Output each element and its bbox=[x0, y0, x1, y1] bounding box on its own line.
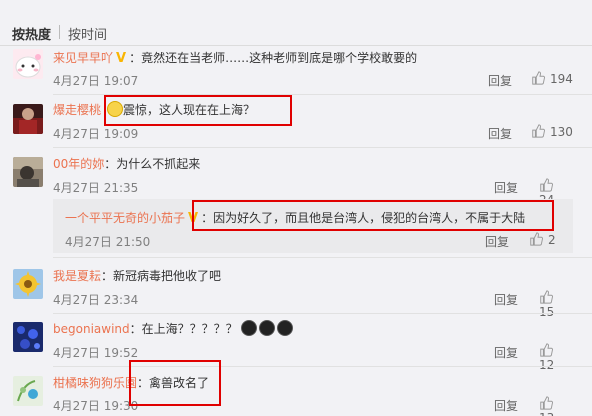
verified-badge-icon: V bbox=[116, 51, 127, 66]
thumbs-up-icon bbox=[540, 343, 553, 357]
like-button[interactable]: 130 bbox=[531, 124, 573, 139]
comment-item: 来见早早吖 V ：竟然还在当老师……这种老师到底是哪个学校敢要的 4月27日 19:… bbox=[0, 49, 592, 93]
like-count: 194 bbox=[550, 72, 573, 86]
avatar[interactable] bbox=[13, 269, 43, 299]
divider bbox=[53, 313, 592, 314]
username-link[interactable]: 柑橘味狗狗乐園 bbox=[53, 376, 137, 390]
like-count: 15 bbox=[539, 305, 555, 319]
comment-item: 柑橘味狗狗乐園：禽兽改名了 4月27日 19:30 回复 13 bbox=[0, 374, 592, 416]
username-link[interactable]: begoniawind bbox=[53, 322, 130, 336]
like-button[interactable]: 12 bbox=[539, 343, 573, 372]
like-button[interactable]: 2 bbox=[529, 232, 556, 247]
comment-text: ：为什么不抓起来 bbox=[104, 157, 201, 171]
like-count: 130 bbox=[550, 125, 573, 139]
comment-time: 4月27日 21:35 bbox=[53, 181, 139, 195]
divider bbox=[53, 147, 592, 148]
highlight-box bbox=[129, 360, 221, 406]
comment-time: 4月27日 19:07 bbox=[53, 74, 139, 88]
username-link[interactable]: 我是夏耘 bbox=[53, 269, 101, 283]
comment-time: 4月27日 23:34 bbox=[53, 293, 139, 307]
thumbs-up-icon bbox=[532, 124, 545, 138]
comment-item: 我是夏耘：新冠病毒把他收了吧 4月27日 23:34 回复 15 bbox=[0, 267, 592, 319]
reply-link[interactable]: 回复 bbox=[494, 179, 518, 196]
sort-divider bbox=[59, 25, 60, 39]
dark-face-emoji-icon bbox=[240, 320, 257, 336]
like-button[interactable]: 13 bbox=[539, 396, 573, 416]
comment-time: 4月27日 21:50 bbox=[65, 235, 151, 249]
username-link[interactable]: 一个平平无奇的小茄子 bbox=[65, 211, 185, 225]
comment-text: ：在上海？？？？？ bbox=[129, 322, 238, 336]
thumbs-up-icon bbox=[540, 290, 553, 304]
like-button[interactable]: 194 bbox=[531, 71, 573, 86]
sort-by-hot-tab[interactable]: 按热度 bbox=[12, 24, 51, 43]
comment-item: 00年的妳：为什么不抓起来 4月27日 21:35 回复 24 bbox=[0, 155, 592, 207]
like-count: 12 bbox=[539, 358, 555, 372]
comment-text: ：竟然还在当老师……这种老师到底是哪个学校敢要的 bbox=[129, 51, 418, 65]
comment-time: 4月27日 19:09 bbox=[53, 127, 139, 141]
username-link[interactable]: 爆走樱桃 bbox=[53, 103, 101, 117]
sort-bar: 按热度 按时间 bbox=[0, 0, 592, 46]
avatar[interactable] bbox=[13, 322, 43, 352]
comment-time: 4月27日 19:30 bbox=[53, 399, 139, 413]
comment-time: 4月27日 19:52 bbox=[53, 346, 139, 360]
highlight-box bbox=[104, 95, 292, 126]
divider bbox=[53, 257, 592, 258]
like-count: 13 bbox=[539, 411, 554, 416]
highlight-box bbox=[192, 200, 554, 231]
like-count: 2 bbox=[548, 233, 556, 247]
thumbs-up-icon bbox=[540, 178, 553, 192]
reply-link[interactable]: 回复 bbox=[488, 125, 512, 142]
avatar[interactable] bbox=[13, 376, 43, 406]
comment-item: begoniawind：在上海？？？？？ 4月27日 19:52 回复 12 bbox=[0, 320, 592, 372]
dark-face-emoji-icon bbox=[276, 320, 293, 336]
comment-text: ：新冠病毒把他收了吧 bbox=[101, 269, 222, 283]
thumbs-up-icon bbox=[532, 71, 545, 85]
thumbs-up-icon bbox=[540, 396, 553, 410]
like-button[interactable]: 15 bbox=[539, 290, 573, 319]
avatar[interactable] bbox=[13, 104, 43, 134]
reply-link[interactable]: 回复 bbox=[485, 233, 509, 250]
reply-link[interactable]: 回复 bbox=[494, 344, 518, 361]
comment-item: 爆走樱桃 震惊，这人现在在上海？ 4月27日 19:09 回复 130 bbox=[0, 101, 592, 145]
avatar[interactable] bbox=[13, 157, 43, 187]
username-link[interactable]: 00年的妳 bbox=[53, 157, 104, 171]
thumbs-up-icon bbox=[530, 232, 543, 246]
avatar[interactable] bbox=[13, 49, 43, 79]
reply-link[interactable]: 回复 bbox=[488, 72, 512, 89]
username-link[interactable]: 来见早早吖 bbox=[53, 51, 113, 65]
dark-face-emoji-icon bbox=[258, 320, 275, 336]
reply-link[interactable]: 回复 bbox=[494, 291, 518, 308]
reply-link[interactable]: 回复 bbox=[494, 397, 518, 414]
sort-by-time-tab[interactable]: 按时间 bbox=[68, 24, 107, 43]
